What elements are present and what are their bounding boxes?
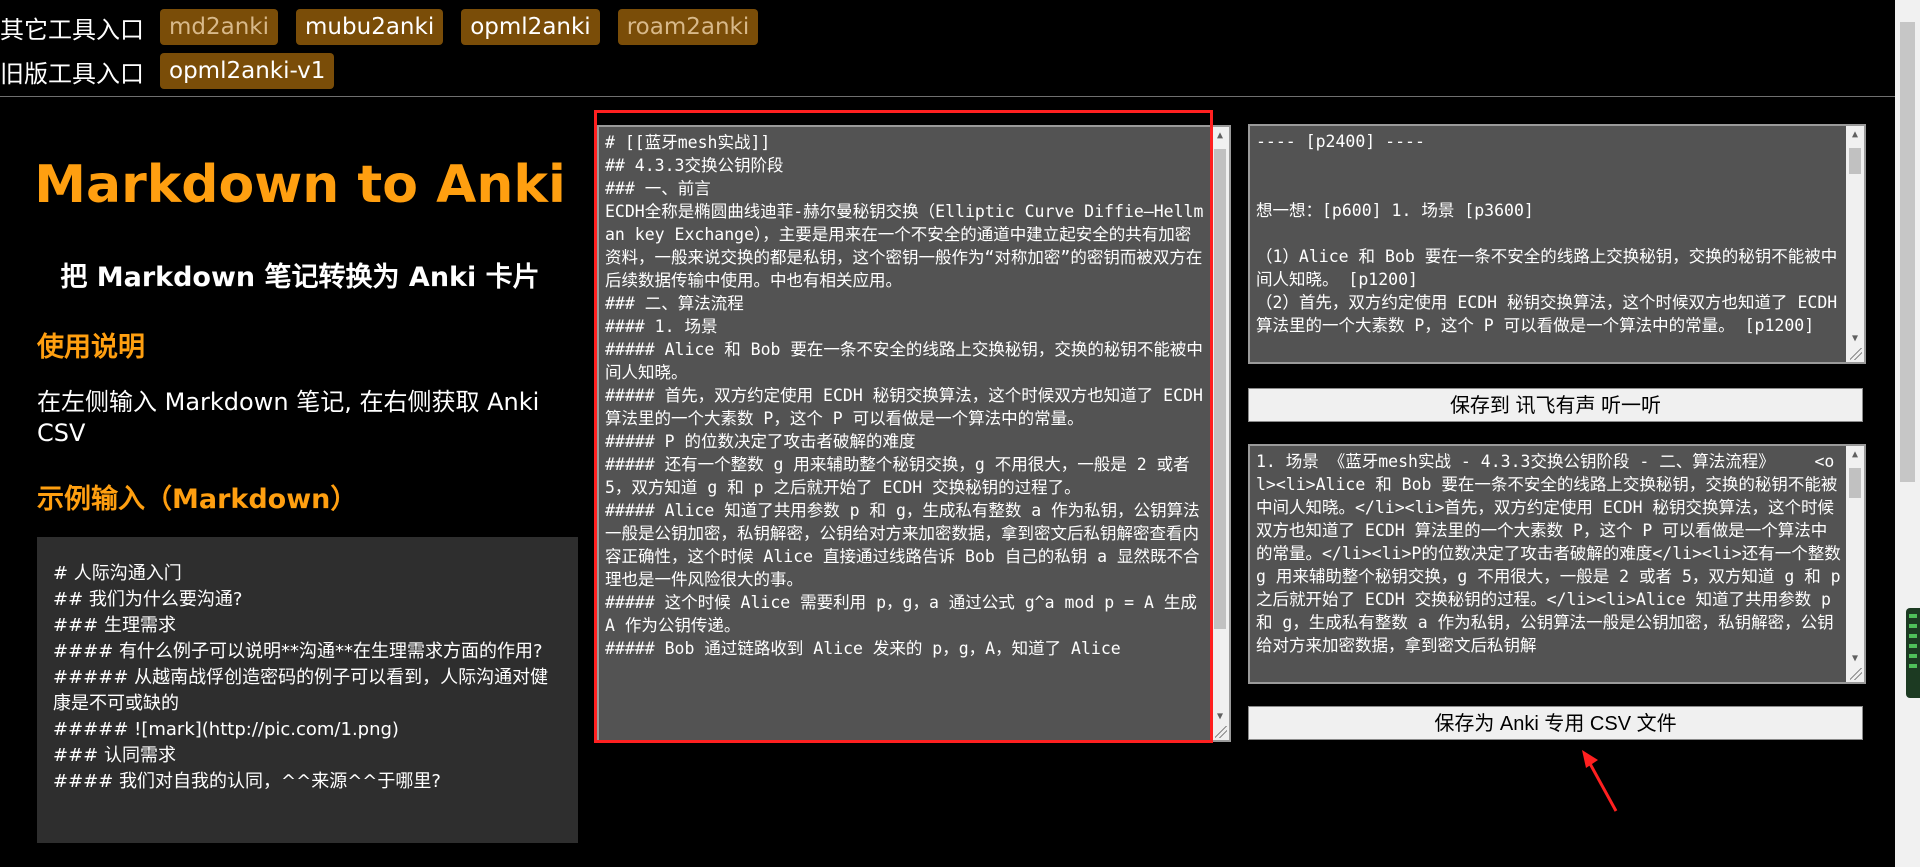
header-divider bbox=[0, 96, 1895, 97]
preview-scrollbar[interactable]: ▲ ▼ bbox=[1846, 126, 1864, 362]
page-scroll-thumb[interactable] bbox=[1900, 22, 1915, 482]
speech-preview-textarea[interactable]: ---- [p2400] ---- 想一想：[p600] 1. 场景 [p360… bbox=[1248, 124, 1866, 364]
example-line: ## 我们为什么要沟通? bbox=[53, 589, 243, 610]
other-tools-row: 其它工具入口 md2anki mubu2anki opml2anki roam2… bbox=[0, 6, 776, 48]
example-line: ### 生理需求 bbox=[53, 615, 176, 636]
markdown-input-scrollbar[interactable]: ▲ ▼ bbox=[1211, 127, 1229, 740]
scroll-thumb[interactable] bbox=[1214, 149, 1226, 629]
resize-grip-icon[interactable] bbox=[1850, 668, 1862, 680]
link-opml2anki[interactable]: opml2anki bbox=[461, 9, 600, 45]
link-mubu2anki[interactable]: mubu2anki bbox=[296, 9, 444, 45]
scroll-up-arrow-icon[interactable]: ▲ bbox=[1846, 446, 1864, 464]
scroll-thumb[interactable] bbox=[1849, 148, 1861, 174]
link-md2anki[interactable]: md2anki bbox=[160, 9, 279, 45]
side-widget-icon[interactable] bbox=[1906, 608, 1920, 698]
example-line: ##### 从越南战俘创造密码的例子可以看到，人际沟通对健康是不可或缺的 bbox=[53, 667, 549, 714]
scroll-up-arrow-icon[interactable]: ▲ bbox=[1211, 127, 1229, 145]
annotation-arrow-icon bbox=[1582, 750, 1618, 812]
markdown-input-text[interactable]: # [[蓝牙mesh实战]] ## 4.3.3交换公钥阶段 ### 一、前言 E… bbox=[605, 131, 1207, 740]
other-tools-label: 其它工具入口 bbox=[0, 15, 144, 44]
scroll-down-arrow-icon[interactable]: ▼ bbox=[1846, 330, 1864, 348]
example-line: #### 有什么例子可以说明**沟通**在生理需求方面的作用? bbox=[53, 641, 543, 662]
page-title: Markdown to Anki bbox=[34, 155, 566, 215]
page-subtitle: 把 Markdown 笔记转换为 Anki 卡片 bbox=[60, 262, 540, 293]
example-line: ### 认同需求 bbox=[53, 745, 176, 766]
example-markdown-box: # 人际沟通入门 ## 我们为什么要沟通? ### 生理需求 #### 有什么例… bbox=[37, 537, 578, 843]
example-heading: 示例输入（Markdown） bbox=[37, 484, 358, 515]
save-xunfei-button[interactable]: 保存到 讯飞有声 听一听 bbox=[1248, 388, 1863, 422]
usage-text: 在左侧输入 Markdown 笔记, 在右侧获取 Anki CSV bbox=[37, 388, 540, 447]
resize-grip-icon[interactable] bbox=[1215, 726, 1227, 738]
link-roam2anki[interactable]: roam2anki bbox=[617, 9, 759, 45]
example-line: ##### ![mark](http://pic.com/1.png) bbox=[53, 719, 399, 740]
scroll-down-arrow-icon[interactable]: ▼ bbox=[1211, 708, 1229, 726]
example-line: # 人际沟通入门 bbox=[53, 563, 182, 584]
old-tools-row: 旧版工具入口 opml2anki-v1 bbox=[0, 50, 352, 92]
csv-scrollbar[interactable]: ▲ ▼ bbox=[1846, 446, 1864, 682]
scroll-up-arrow-icon[interactable]: ▲ bbox=[1846, 126, 1864, 144]
scroll-down-arrow-icon[interactable]: ▼ bbox=[1846, 650, 1864, 668]
example-line: #### 我们对自我的认同，^^来源^^于哪里? bbox=[53, 771, 441, 792]
usage-heading: 使用说明 bbox=[37, 332, 145, 363]
scroll-thumb[interactable] bbox=[1849, 468, 1861, 498]
link-opml2anki-v1[interactable]: opml2anki-v1 bbox=[160, 53, 335, 89]
old-tools-label: 旧版工具入口 bbox=[0, 59, 144, 88]
speech-preview-text[interactable]: ---- [p2400] ---- 想一想：[p600] 1. 场景 [p360… bbox=[1256, 130, 1842, 362]
page-scrollbar[interactable] bbox=[1895, 0, 1920, 867]
anki-csv-output-text[interactable]: 1. 场景 《蓝牙mesh实战 - 4.3.3交换公钥阶段 - 二、算法流程》 … bbox=[1256, 450, 1842, 682]
save-anki-csv-button[interactable]: 保存为 Anki 专用 CSV 文件 bbox=[1248, 706, 1863, 740]
markdown-input-textarea[interactable]: # [[蓝牙mesh实战]] ## 4.3.3交换公钥阶段 ### 一、前言 E… bbox=[597, 125, 1231, 742]
resize-grip-icon[interactable] bbox=[1850, 348, 1862, 360]
anki-csv-output-textarea[interactable]: 1. 场景 《蓝牙mesh实战 - 4.3.3交换公钥阶段 - 二、算法流程》 … bbox=[1248, 444, 1866, 684]
